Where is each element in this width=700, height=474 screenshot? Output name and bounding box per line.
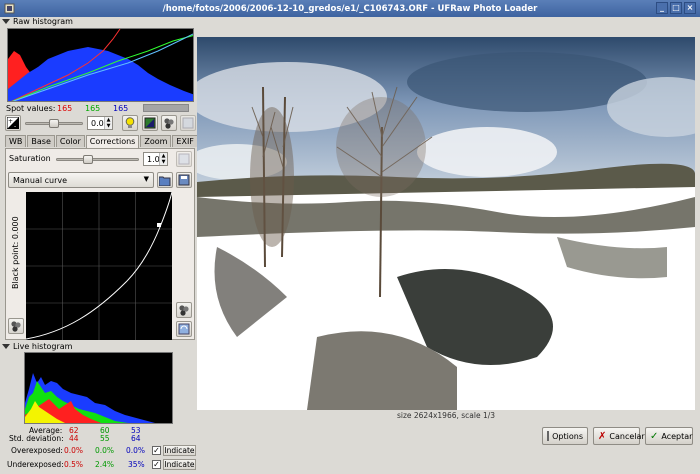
expander-down-icon <box>2 344 10 349</box>
saturation-spinbox[interactable]: 1.00 ▲ ▼ <box>143 152 168 166</box>
reset-icon <box>164 118 174 129</box>
tab-color[interactable]: Color <box>55 135 85 147</box>
open-curve-button[interactable] <box>157 172 173 188</box>
accept-button[interactable]: ✓ Aceptar <box>645 427 693 445</box>
options-button[interactable]: Options <box>542 427 588 445</box>
overexposed-label: Overexposed: <box>11 446 63 455</box>
saturation-reset-button[interactable] <box>176 151 192 167</box>
image-size-label: size 2624x1966, scale 1/3 <box>396 411 496 420</box>
curve-apply-button[interactable] <box>176 321 192 337</box>
reset-icon <box>11 321 21 332</box>
curve-select-value: Manual curve <box>13 175 68 185</box>
spot-values-label: Spot values: <box>6 103 56 113</box>
curve-reset-button[interactable] <box>8 318 24 334</box>
underexposed-checkbox[interactable]: ✓ <box>152 460 161 469</box>
spot-value-red: 165 <box>57 103 73 113</box>
saturation-label: Saturation <box>9 154 51 163</box>
options-label: Options <box>552 431 583 441</box>
accept-label: Aceptar <box>661 431 693 441</box>
live-histogram-header[interactable]: Live histogram <box>2 342 72 351</box>
accept-icon: ✓ <box>650 430 659 442</box>
over-red: 0.0% <box>64 446 84 455</box>
spin-arrows-icon[interactable]: ▲ ▼ <box>159 153 167 165</box>
black-point-label: Black point: 0.000 <box>11 216 20 289</box>
saturation-slider[interactable] <box>56 158 139 161</box>
cancel-button[interactable]: ✗ Cancelar <box>593 427 645 445</box>
minimize-icon[interactable]: _ <box>656 2 668 14</box>
raw-histogram-label: Raw histogram <box>13 17 73 26</box>
std-red: 44 <box>69 434 79 443</box>
std-blue: 64 <box>131 434 141 443</box>
title-bar: /home/fotos/2006/2006-12-10_gredos/e1/_C… <box>0 0 700 17</box>
folder-open-icon <box>159 176 171 186</box>
exposure-icon: + - <box>5 115 21 131</box>
exposure-apply-button[interactable] <box>180 115 196 131</box>
overexposed-checkbox[interactable]: ✓ <box>152 446 161 455</box>
svg-text:-: - <box>14 123 16 129</box>
live-histogram <box>24 352 173 424</box>
under-blue: 35% <box>128 460 145 469</box>
saturation-slider-thumb[interactable] <box>82 155 93 164</box>
close-icon[interactable]: × <box>684 2 696 14</box>
bulb-icon <box>125 117 135 128</box>
expander-down-icon <box>2 19 10 24</box>
corrections-panel: Saturation 1.00 ▲ ▼ Manual curve ▼ Black… <box>5 148 195 340</box>
save-icon <box>178 174 190 186</box>
exposure-row: + - 0.00 ▲ ▼ <box>5 115 196 132</box>
over-green: 0.0% <box>95 446 115 455</box>
window-title: /home/fotos/2006/2006-12-10_gredos/e1/_C… <box>162 3 538 14</box>
clip-mode-icon <box>144 117 156 129</box>
std-deviation-label: Std. deviation: <box>9 434 64 443</box>
spin-arrows-icon[interactable]: ▲ ▼ <box>104 117 112 129</box>
clip-mode-button[interactable] <box>142 115 158 131</box>
under-red: 0.5% <box>64 460 84 469</box>
tab-zoom[interactable]: Zoom <box>140 135 172 147</box>
tab-bar: WB Base Color Corrections Zoom EXIF <box>5 135 198 148</box>
tab-base[interactable]: Base <box>27 135 55 147</box>
auto-exposure-button[interactable] <box>122 115 138 131</box>
reset-icon <box>179 305 189 316</box>
spot-color-swatch <box>143 104 189 112</box>
image-preview[interactable] <box>197 37 695 410</box>
app-icon[interactable] <box>4 3 15 14</box>
underexposed-label: Underexposed: <box>7 460 64 469</box>
spot-value-green: 165 <box>85 103 101 113</box>
left-panel: Raw histogram Spot values: 165 165 165 +… <box>2 17 198 472</box>
cancel-label: Cancelar <box>609 431 645 441</box>
curve-reset-button-right[interactable] <box>176 302 192 318</box>
raw-histogram <box>7 28 194 102</box>
chevron-down-icon: ▼ <box>143 175 149 183</box>
spot-values: Spot values: 165 165 165 <box>6 103 196 113</box>
cancel-icon: ✗ <box>598 430 607 442</box>
tab-corrections[interactable]: Corrections <box>85 135 140 148</box>
refresh-icon <box>178 153 190 165</box>
live-histogram-label: Live histogram <box>13 342 73 351</box>
refresh-icon <box>178 323 190 335</box>
refresh-icon <box>182 117 194 129</box>
over-blue: 0.0% <box>126 446 146 455</box>
exposure-slider-thumb[interactable] <box>49 119 59 128</box>
tab-wb[interactable]: WB <box>5 135 27 147</box>
spot-value-blue: 165 <box>113 103 129 113</box>
std-green: 55 <box>100 434 110 443</box>
exposure-spinbox[interactable]: 0.00 ▲ ▼ <box>87 116 113 130</box>
raw-histogram-header[interactable]: Raw histogram <box>2 17 73 26</box>
under-green: 2.4% <box>95 460 115 469</box>
maximize-icon[interactable]: □ <box>670 2 682 14</box>
tab-exif[interactable]: EXIF <box>172 135 198 147</box>
curve-editor[interactable] <box>25 191 173 340</box>
options-icon <box>547 431 550 441</box>
reset-exposure-button[interactable] <box>161 115 177 131</box>
curve-select[interactable]: Manual curve ▼ <box>8 172 154 188</box>
underexposed-indicate-button[interactable]: Indicate <box>163 459 196 470</box>
save-curve-button[interactable] <box>176 172 192 188</box>
svg-text:+: + <box>8 118 13 125</box>
overexposed-indicate-button[interactable]: Indicate <box>163 445 196 456</box>
